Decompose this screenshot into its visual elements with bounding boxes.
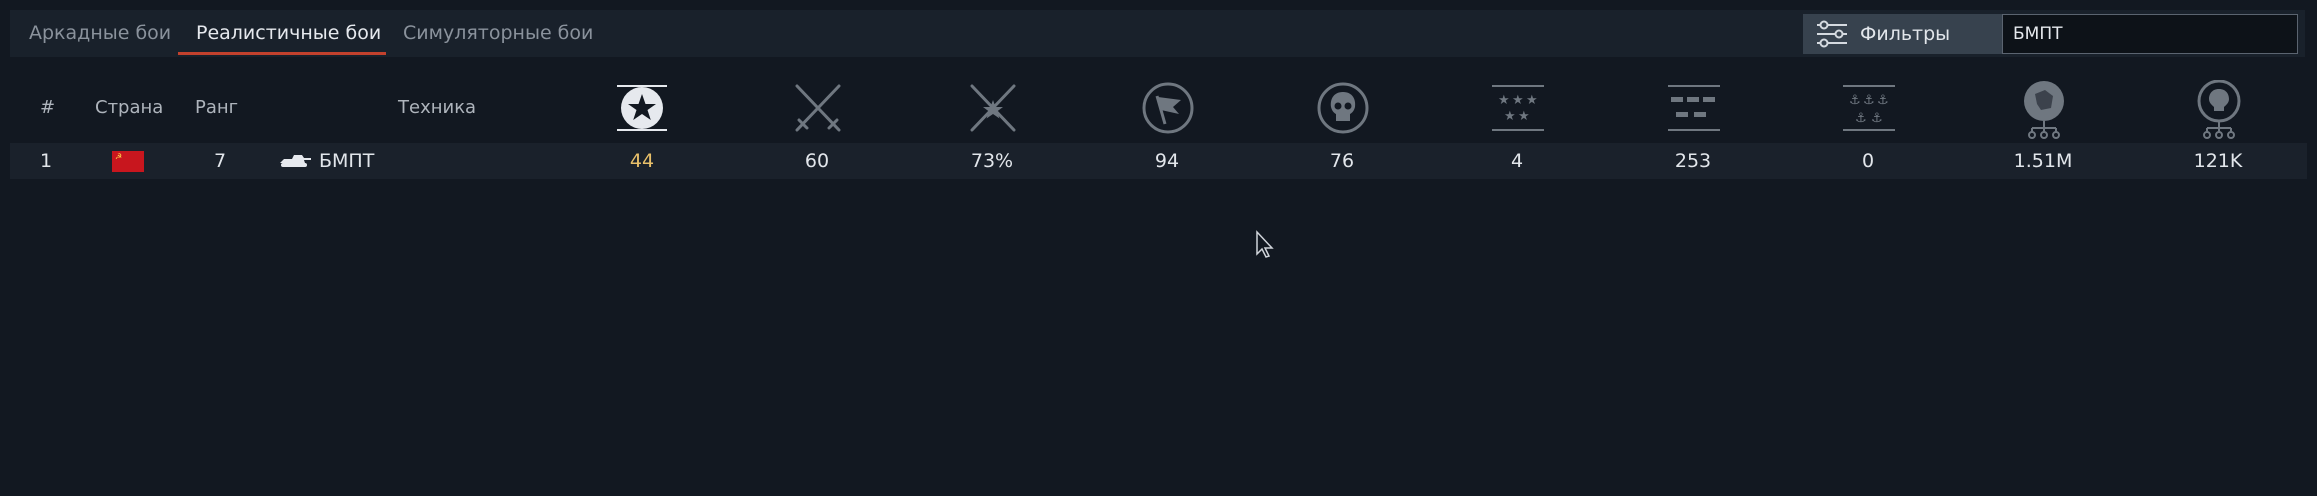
active-tab-indicator: [178, 52, 386, 55]
stat-deaths: 76: [1329, 150, 1355, 172]
svg-text:★: ★: [1526, 93, 1538, 108]
stat-air-kills: 4: [1510, 150, 1524, 172]
silver-lion-icon[interactable]: [2014, 80, 2074, 139]
svg-text:⚓: ⚓: [1863, 93, 1875, 108]
vehicle-search-input[interactable]: [2002, 14, 2298, 54]
victories-swords-icon[interactable]: [788, 80, 848, 136]
svg-text:⚓: ⚓: [1855, 111, 1867, 126]
deaths-skull-icon[interactable]: [1313, 80, 1373, 136]
table-row[interactable]: 1 ☭ 7 БМПТ 44 60 73% 94 76 4 253 0 1.51M…: [10, 143, 2307, 179]
filters-button[interactable]: Фильтры: [1803, 14, 2008, 54]
filters-label: Фильтры: [1860, 23, 1951, 45]
ussr-flag-icon: ☭: [112, 151, 144, 172]
win-rate-swords-icon[interactable]: [963, 80, 1023, 136]
stat-victories: 60: [804, 150, 830, 172]
battles-star-icon[interactable]: [612, 80, 672, 136]
ground-kills-tanks-icon[interactable]: [1664, 80, 1724, 136]
svg-text:★: ★: [1518, 109, 1530, 124]
tank-vehicle-icon: [280, 155, 311, 167]
mouse-cursor-icon: [1256, 230, 1274, 258]
tab-arcade[interactable]: Аркадные бои: [29, 22, 171, 44]
stat-ground-kills: 253: [1674, 150, 1712, 172]
naval-kills-anchors-icon[interactable]: ⚓ ⚓ ⚓ ⚓ ⚓: [1839, 80, 1899, 136]
stat-captures: 94: [1154, 150, 1180, 172]
row-number: 1: [40, 150, 53, 172]
svg-text:⚓: ⚓: [1849, 93, 1861, 108]
column-header-number: #: [40, 97, 56, 118]
mode-tab-bar: Аркадные бои Реалистичные бои Симуляторн…: [10, 10, 2305, 57]
svg-text:⚓: ⚓: [1871, 111, 1883, 126]
stat-win-rate: 73%: [970, 150, 1014, 172]
column-header-country: Страна: [95, 97, 164, 118]
tab-simulator[interactable]: Симуляторные бои: [403, 22, 593, 44]
stat-research-points: 121K: [2193, 150, 2243, 172]
column-header-vehicle[interactable]: Техника: [398, 97, 476, 118]
row-rank: 7: [214, 150, 227, 172]
svg-text:⚓: ⚓: [1877, 93, 1889, 108]
row-vehicle-name: БМПТ: [319, 150, 375, 172]
sliders-icon: [1817, 20, 1847, 48]
svg-text:★: ★: [1512, 93, 1524, 108]
stat-silver-lions: 1.51M: [2013, 150, 2073, 172]
svg-text:★: ★: [1498, 93, 1510, 108]
column-header-rank: Ранг: [195, 97, 239, 118]
svg-text:★: ★: [1504, 109, 1516, 124]
stat-naval-kills: 0: [1861, 150, 1875, 172]
captures-flag-icon[interactable]: [1138, 80, 1198, 136]
air-kills-stars-icon[interactable]: ★ ★ ★ ★ ★: [1488, 80, 1548, 136]
research-lightbulb-icon[interactable]: [2189, 80, 2249, 139]
stat-battles: 44: [629, 150, 655, 172]
tab-realistic[interactable]: Реалистичные бои: [196, 22, 381, 44]
